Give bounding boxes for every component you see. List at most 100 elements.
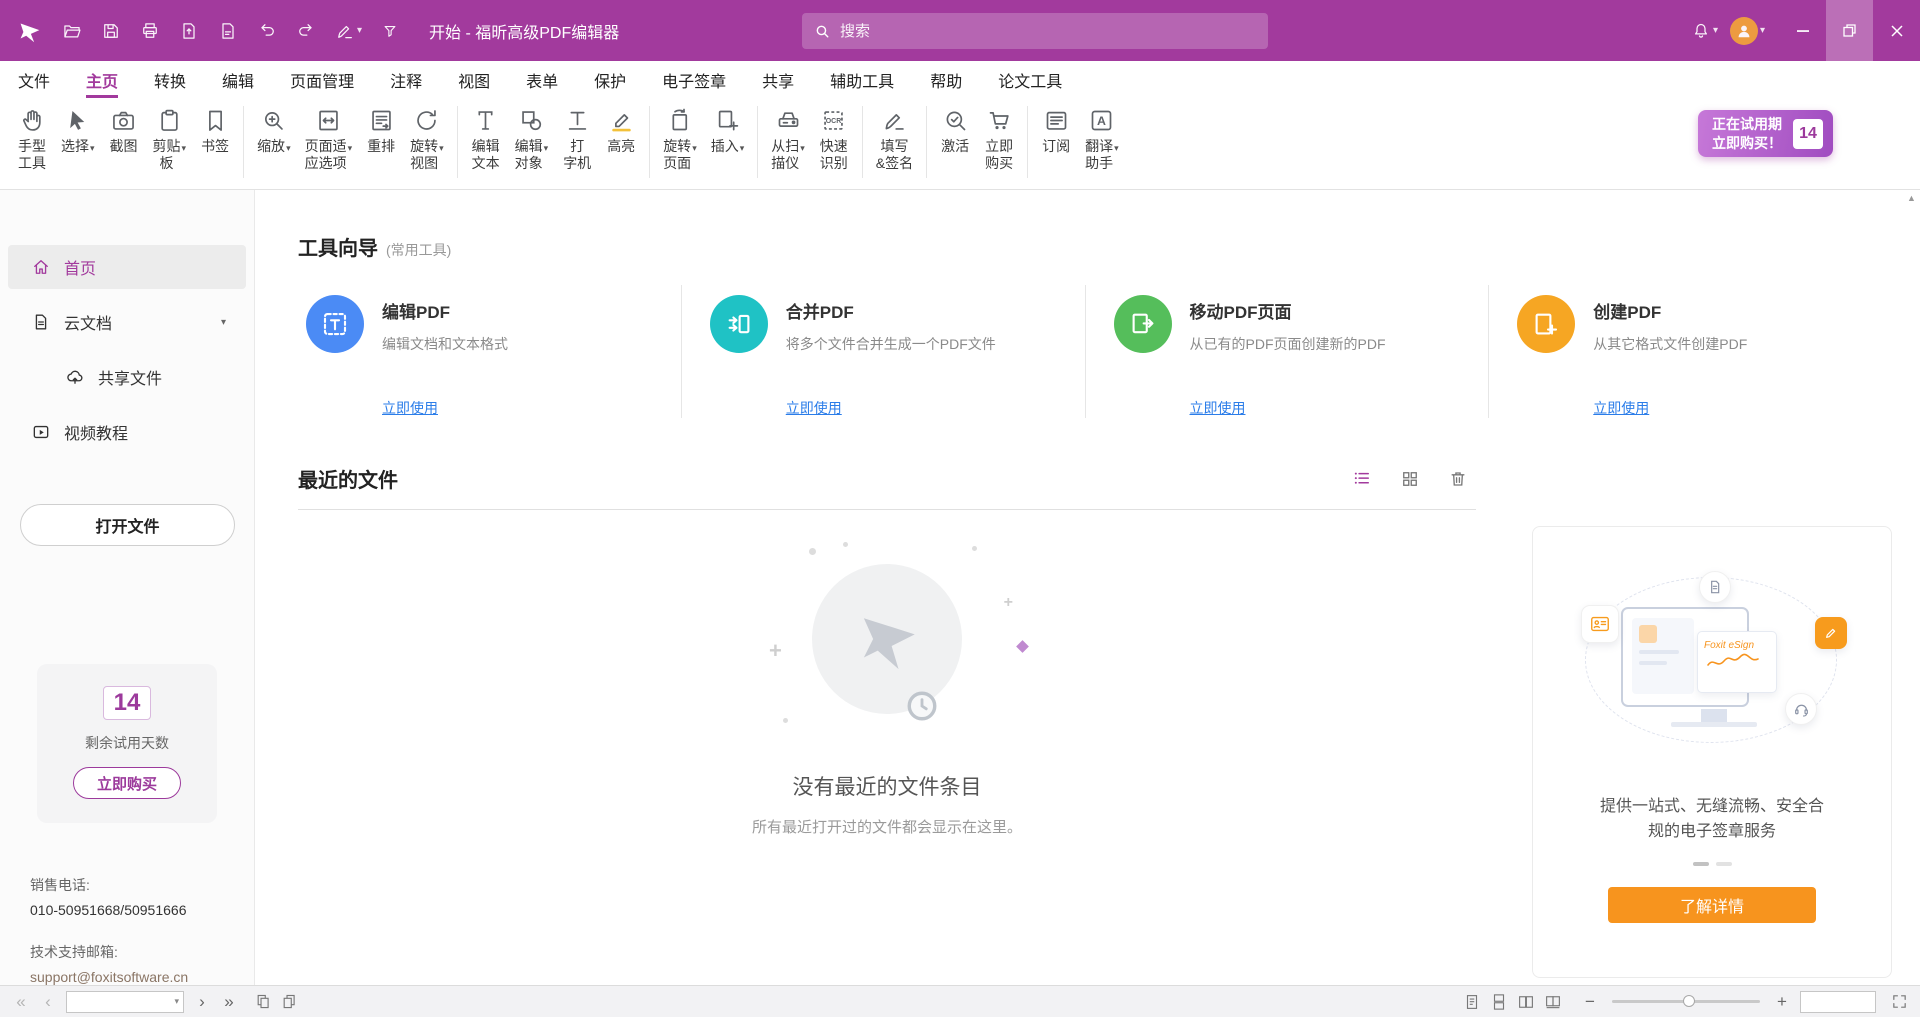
close-button[interactable] (1873, 0, 1920, 61)
last-page-button[interactable]: » (220, 993, 238, 1010)
ribbon-button-label: 截图 (110, 138, 138, 155)
main-content: ▲ 工具向导 (常用工具) 编辑PDF编辑文档和文本格式立即使用合并PDF将多个… (255, 190, 1920, 985)
open-file-icon[interactable] (62, 21, 82, 41)
chevron-down-icon[interactable]: ▾ (174, 996, 179, 1007)
ribbon-button-insert[interactable]: 插入▾ (704, 103, 752, 159)
zoom-level-box[interactable] (1800, 991, 1876, 1013)
continuous-view-icon[interactable] (1490, 993, 1508, 1011)
menu-item-esign[interactable]: 电子签章 (662, 61, 726, 98)
buy-now-button[interactable]: 立即购买 (73, 767, 181, 799)
ribbon-button-edit-object[interactable]: 编辑 对象▾ (508, 103, 556, 176)
recent-files-section: 最近的文件 + + (298, 464, 1476, 837)
ribbon-button-rotate-view[interactable]: 旋转 视图▾ (403, 103, 451, 176)
page-number-box[interactable]: ▾ (66, 991, 184, 1013)
menu-item-protect[interactable]: 保护 (594, 61, 626, 98)
new-document-icon[interactable] (218, 21, 238, 41)
grid-view-icon[interactable] (1400, 469, 1420, 489)
next-page-button[interactable]: › (193, 993, 211, 1010)
ribbon-button-scanner[interactable]: 从扫 描仪▾ (764, 103, 812, 176)
ribbon-button-ocr[interactable]: 快速 识别 (812, 103, 856, 176)
list-view-icon[interactable] (1352, 469, 1372, 489)
ribbon-button-fill-sign[interactable]: 填写 &签名 (869, 103, 920, 176)
redo-icon[interactable] (296, 21, 316, 41)
ribbon-separator (243, 106, 244, 178)
tool-card-title: 合并PDF (786, 298, 854, 323)
zoom-slider[interactable] (1612, 1000, 1760, 1003)
export-pdf-icon[interactable] (179, 21, 199, 41)
search-bar[interactable] (802, 13, 1268, 49)
zoom-in-button[interactable]: + (1773, 993, 1791, 1010)
ribbon-button-select[interactable]: 选择▾ (54, 103, 102, 159)
ribbon-button-translate[interactable]: 翻译 助手▾ (1078, 103, 1126, 176)
ribbon-button-hand[interactable]: 手型 工具 (10, 103, 54, 176)
ribbon-button-reflow[interactable]: 重排 (359, 103, 403, 159)
carousel-dot[interactable] (1716, 862, 1732, 866)
use-now-link[interactable]: 立即使用 (1190, 398, 1246, 418)
menu-item-view[interactable]: 视图 (458, 61, 490, 98)
carousel-dots[interactable] (1533, 862, 1891, 866)
book-view-icon[interactable] (1544, 993, 1562, 1011)
support-email-link[interactable]: support@foxitsoftware.cn (30, 969, 188, 985)
menu-item-paper-tools[interactable]: 论文工具 (998, 61, 1062, 98)
menu-item-accessibility[interactable]: 辅助工具 (830, 61, 894, 98)
facing-view-icon[interactable] (1517, 993, 1535, 1011)
page-number-input[interactable] (71, 994, 174, 1009)
menu-item-comment[interactable]: 注释 (390, 61, 422, 98)
ribbon-button-fit[interactable]: 页面适 应选项▾ (298, 103, 360, 176)
notifications-bell-icon[interactable]: ▾ (1691, 21, 1718, 41)
undo-icon[interactable] (257, 21, 277, 41)
ribbon-button-zoom[interactable]: 缩放▾ (250, 103, 298, 159)
ribbon-button-clipboard[interactable]: 剪贴 板▾ (146, 103, 194, 176)
restore-button[interactable] (1826, 0, 1873, 61)
carousel-dot-active[interactable] (1693, 862, 1709, 866)
menu-item-form[interactable]: 表单 (526, 61, 558, 98)
clear-recent-trash-icon[interactable] (1448, 469, 1468, 489)
next-view-icon[interactable] (281, 993, 298, 1010)
prev-page-button[interactable]: ‹ (39, 993, 57, 1010)
ribbon-button-cart[interactable]: 立即 购买 (977, 103, 1021, 176)
search-input[interactable] (840, 23, 1256, 40)
sidebar-item-shared-files[interactable]: 共享文件 (8, 355, 246, 399)
ribbon-button-highlight[interactable]: 高亮 (599, 103, 643, 159)
ribbon-button-typewriter[interactable]: 打 字机 (555, 103, 599, 176)
fullscreen-icon[interactable] (1891, 993, 1908, 1010)
first-page-button[interactable]: « (12, 993, 30, 1010)
sidebar-item-cloud-docs[interactable]: 云文档 ▾ (8, 300, 246, 344)
use-now-link[interactable]: 立即使用 (382, 398, 438, 418)
trial-banner[interactable]: 正在试用期 立即购买！ 14 (1698, 110, 1833, 157)
prev-view-icon[interactable] (255, 993, 272, 1010)
sidebar-item-video-tutorials[interactable]: 视频教程 (8, 410, 246, 454)
single-page-view-icon[interactable] (1463, 993, 1481, 1011)
menu-item-convert[interactable]: 转换 (154, 61, 186, 98)
zoom-out-button[interactable]: − (1581, 993, 1599, 1010)
diamond-decoration (1016, 640, 1029, 653)
learn-more-button[interactable]: 了解详情 (1608, 887, 1816, 923)
menu-item-file[interactable]: 文件 (18, 61, 50, 98)
ribbon-button-rotate-page[interactable]: 旋转 页面▾ (656, 103, 704, 176)
menu-item-edit[interactable]: 编辑 (222, 61, 254, 98)
menu-item-share[interactable]: 共享 (762, 61, 794, 98)
ribbon-button-subscribe[interactable]: 订阅 (1034, 103, 1078, 159)
sidebar-item-home[interactable]: 首页 (8, 245, 246, 289)
save-icon[interactable] (101, 21, 121, 41)
use-now-link[interactable]: 立即使用 (786, 398, 842, 418)
print-icon[interactable] (140, 21, 160, 41)
ribbon-button-edit-text[interactable]: 编辑 文本 (464, 103, 508, 176)
menu-item-help[interactable]: 帮助 (930, 61, 962, 98)
ribbon-button-activate[interactable]: 激活 (933, 103, 977, 159)
open-file-button[interactable]: 打开文件 (20, 504, 235, 546)
scrollbar-up-arrow[interactable]: ▲ (1905, 193, 1918, 203)
ribbon-button-bookmark[interactable]: 书签 (193, 103, 237, 159)
use-now-link[interactable]: 立即使用 (1593, 398, 1649, 418)
zoom-slider-thumb[interactable] (1683, 995, 1695, 1007)
customize-toolbar-icon[interactable] (381, 22, 399, 40)
account-avatar[interactable]: ▾ (1730, 17, 1765, 45)
ribbon-button-snapshot[interactable]: 截图 (102, 103, 146, 159)
zoom-level-input[interactable] (1805, 994, 1871, 1009)
trial-banner-text: 正在试用期 立即购买！ (1712, 115, 1782, 151)
quick-sign-icon[interactable]: ▾ (335, 21, 362, 41)
minimize-button[interactable] (1779, 0, 1826, 61)
menu-item-home[interactable]: 主页 (86, 61, 118, 98)
menu-item-page-organize[interactable]: 页面管理 (290, 61, 354, 98)
chevron-down-icon[interactable]: ▾ (221, 317, 226, 328)
